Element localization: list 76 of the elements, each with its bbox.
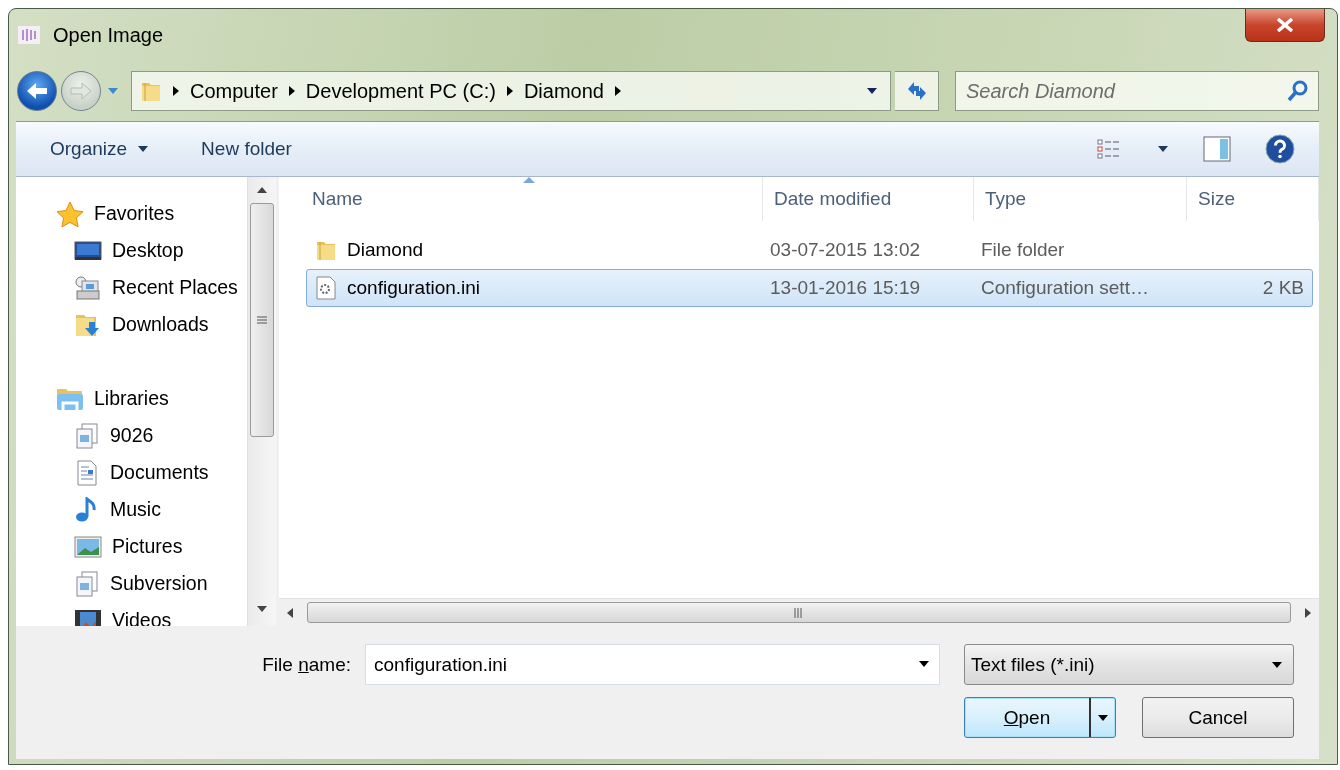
caret-icon [137, 145, 150, 153]
column-header[interactable]: Type [974, 177, 1187, 221]
file-row[interactable]: Diamond 03-07-2015 13:02 File folder [306, 231, 1313, 269]
caret-icon [866, 87, 878, 95]
settings-file-icon [315, 276, 337, 300]
vertical-scrollbar[interactable] [247, 177, 276, 626]
landscape-picture-icon [74, 535, 102, 558]
chevron-icon [613, 85, 622, 97]
file-name-field[interactable]: configuration.ini [365, 644, 940, 685]
nav-item[interactable]: Pictures [112, 535, 183, 558]
scroll-up-arrow-icon[interactable] [257, 187, 267, 193]
file-row[interactable]: configuration.ini 13-01-2016 15:19 Configuration sett… 2 KB [306, 269, 1313, 307]
left-arrow-icon [25, 81, 49, 101]
refresh-button[interactable] [895, 71, 939, 111]
close-icon [1276, 18, 1294, 32]
file-type-cell-text: File folder [980, 239, 1066, 261]
file-size-cell-text: 2 KB [1261, 277, 1305, 299]
document-stack-icon [74, 422, 100, 449]
breadcrumb-item[interactable]: Computer [190, 79, 278, 103]
dialog-button[interactable]: Cancel [1142, 697, 1294, 738]
column-header[interactable]: Name [279, 177, 763, 221]
search-icon [1287, 80, 1309, 102]
document-stack-icon [74, 570, 100, 597]
nav-item[interactable]: Downloads [112, 313, 209, 336]
breadcrumb-item[interactable]: Development PC (C:) [305, 79, 496, 103]
date-modified-cell-text: 03-07-2015 13:02 [769, 239, 921, 261]
document-icon [74, 459, 100, 486]
date-modified-cell-text: 13-01-2016 15:19 [769, 277, 921, 299]
toolbar-button[interactable]: New folder [197, 134, 296, 164]
window-title: Open Image [53, 23, 164, 47]
recent-places-icon [74, 274, 102, 301]
file-name: Diamond [347, 239, 424, 261]
scrollbar-thumb[interactable] [307, 602, 1291, 623]
search-field[interactable]: Search Diamond [955, 71, 1319, 111]
monitor-icon [74, 239, 102, 262]
caret-icon [918, 660, 930, 668]
preview-pane-icon [1203, 136, 1231, 162]
chevron-icon [505, 85, 514, 97]
right-arrow-icon [69, 81, 93, 101]
scrollbar-thumb[interactable] [250, 203, 274, 437]
nav-item[interactable]: Subversion [110, 572, 208, 595]
close-button[interactable] [1245, 9, 1325, 42]
scroll-down-arrow-icon[interactable] [257, 606, 267, 612]
help-icon [1265, 134, 1295, 164]
nav-item[interactable]: Desktop [112, 239, 184, 262]
nav-item[interactable]: Documents [110, 461, 209, 484]
open-split-button[interactable]: Open [964, 697, 1116, 738]
file-type-cell-text: Configuration sett… [980, 277, 1150, 299]
star-icon [56, 200, 84, 227]
column-header[interactable]: Date modified [763, 177, 974, 221]
caret-icon [1097, 713, 1109, 722]
chevron-icon [172, 85, 180, 97]
column-header[interactable]: Size [1187, 177, 1319, 221]
film-strip-icon [74, 608, 102, 626]
nav-item[interactable]: 9026 [110, 424, 154, 447]
grip-icon [257, 316, 267, 324]
file-name: configuration.ini [347, 277, 481, 299]
scroll-right-arrow-icon[interactable] [1305, 607, 1311, 618]
caret-icon [107, 87, 119, 95]
grip-icon [794, 607, 804, 618]
app-icon [17, 24, 41, 46]
back-button[interactable] [17, 71, 57, 111]
caret-icon [1157, 145, 1169, 153]
toolbar-button[interactable]: Organize [46, 134, 154, 164]
nav-group-header[interactable]: Favorites [94, 202, 175, 225]
nav-item[interactable]: Music [110, 498, 161, 521]
nav-group-header[interactable]: Libraries [94, 387, 169, 410]
breadcrumb-item[interactable]: Diamond [523, 79, 604, 103]
file-type-dropdown[interactable]: Text files (*.ini) [964, 644, 1294, 685]
caret-icon [1271, 660, 1283, 669]
horizontal-scrollbar[interactable] [279, 598, 1319, 626]
address-bar[interactable]: Computer Development PC (C:) Diamond [131, 71, 891, 111]
chevron-icon [287, 85, 296, 97]
file-name-label: File name: [262, 653, 351, 676]
nav-item[interactable]: Recent Places [112, 276, 238, 299]
scroll-left-arrow-icon[interactable] [287, 607, 293, 618]
